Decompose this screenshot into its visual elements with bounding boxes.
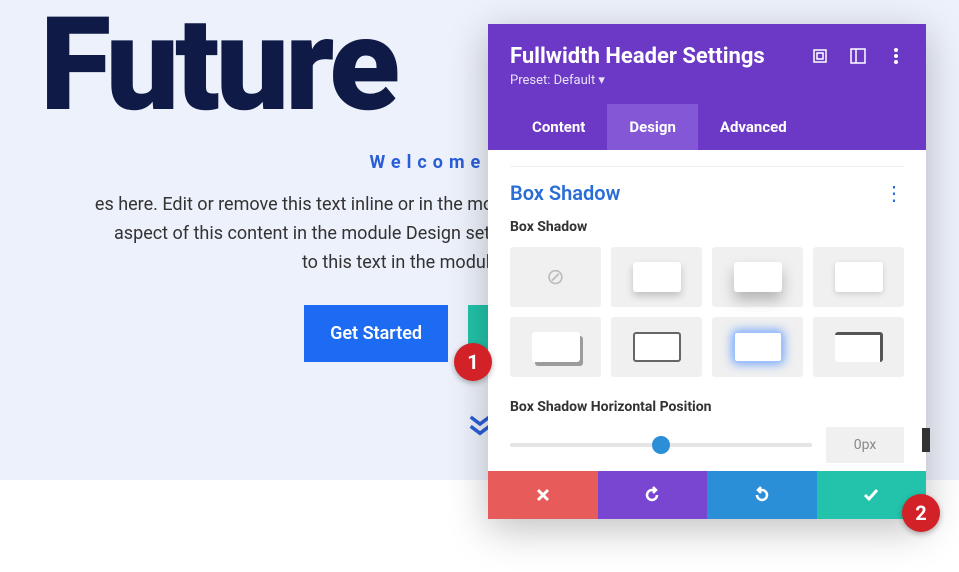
resize-handle[interactable] <box>922 428 930 452</box>
shadow-option-none[interactable]: ⊘ <box>510 247 601 307</box>
redo-button[interactable] <box>707 471 817 519</box>
shadow-option-3[interactable] <box>813 247 904 307</box>
shadow-option-2[interactable] <box>712 247 803 307</box>
horizontal-position-input[interactable] <box>826 427 904 463</box>
settings-tabs: Content Design Advanced <box>510 104 904 150</box>
section-title[interactable]: Box Shadow <box>510 181 620 205</box>
box-shadow-options: ⊘ <box>510 247 904 377</box>
cancel-button[interactable] <box>488 471 598 519</box>
tab-design[interactable]: Design <box>607 104 698 150</box>
tab-advanced[interactable]: Advanced <box>698 104 809 150</box>
section-divider <box>510 166 904 167</box>
panel-footer <box>488 471 926 519</box>
shadow-option-4[interactable] <box>510 317 601 377</box>
shadow-preview <box>633 262 681 292</box>
annotation-marker-2: 2 <box>902 494 940 532</box>
box-shadow-label: Box Shadow <box>510 219 904 235</box>
shadow-option-7[interactable] <box>813 317 904 377</box>
horizontal-position-slider[interactable] <box>510 443 812 447</box>
get-started-button[interactable]: Get Started <box>304 305 448 362</box>
shadow-preview <box>734 332 782 362</box>
none-icon: ⊘ <box>546 265 564 290</box>
annotation-marker-1: 1 <box>454 343 492 381</box>
panel-title: Fullwidth Header Settings <box>510 44 765 69</box>
shadow-preview <box>633 332 681 362</box>
tab-content[interactable]: Content <box>510 104 607 150</box>
shadow-option-6[interactable] <box>712 317 803 377</box>
undo-icon <box>642 485 662 505</box>
panel-header: Fullwidth Header Settings Preset: Defaul… <box>488 24 926 150</box>
panel-body: Box Shadow ⋮ Box Shadow ⊘ Box Shadow Hor… <box>488 150 926 463</box>
check-icon <box>862 486 880 504</box>
shadow-option-5[interactable] <box>611 317 702 377</box>
shadow-preview <box>734 262 782 292</box>
layout-icon[interactable] <box>850 48 866 64</box>
settings-panel: Fullwidth Header Settings Preset: Defaul… <box>488 24 926 519</box>
panel-header-icons <box>812 44 904 64</box>
close-icon <box>535 487 551 503</box>
shadow-preview <box>835 332 883 362</box>
horizontal-position-control <box>510 427 904 463</box>
undo-button[interactable] <box>598 471 708 519</box>
shadow-preview <box>532 332 580 362</box>
shadow-preview <box>835 262 883 292</box>
section-menu-icon[interactable]: ⋮ <box>884 183 904 203</box>
redo-icon <box>752 485 772 505</box>
horizontal-position-label: Box Shadow Horizontal Position <box>510 399 904 415</box>
preset-selector[interactable]: Preset: Default ▾ <box>510 73 765 88</box>
shadow-option-1[interactable] <box>611 247 702 307</box>
expand-icon[interactable] <box>812 48 828 64</box>
kebab-menu-icon[interactable] <box>888 48 904 64</box>
